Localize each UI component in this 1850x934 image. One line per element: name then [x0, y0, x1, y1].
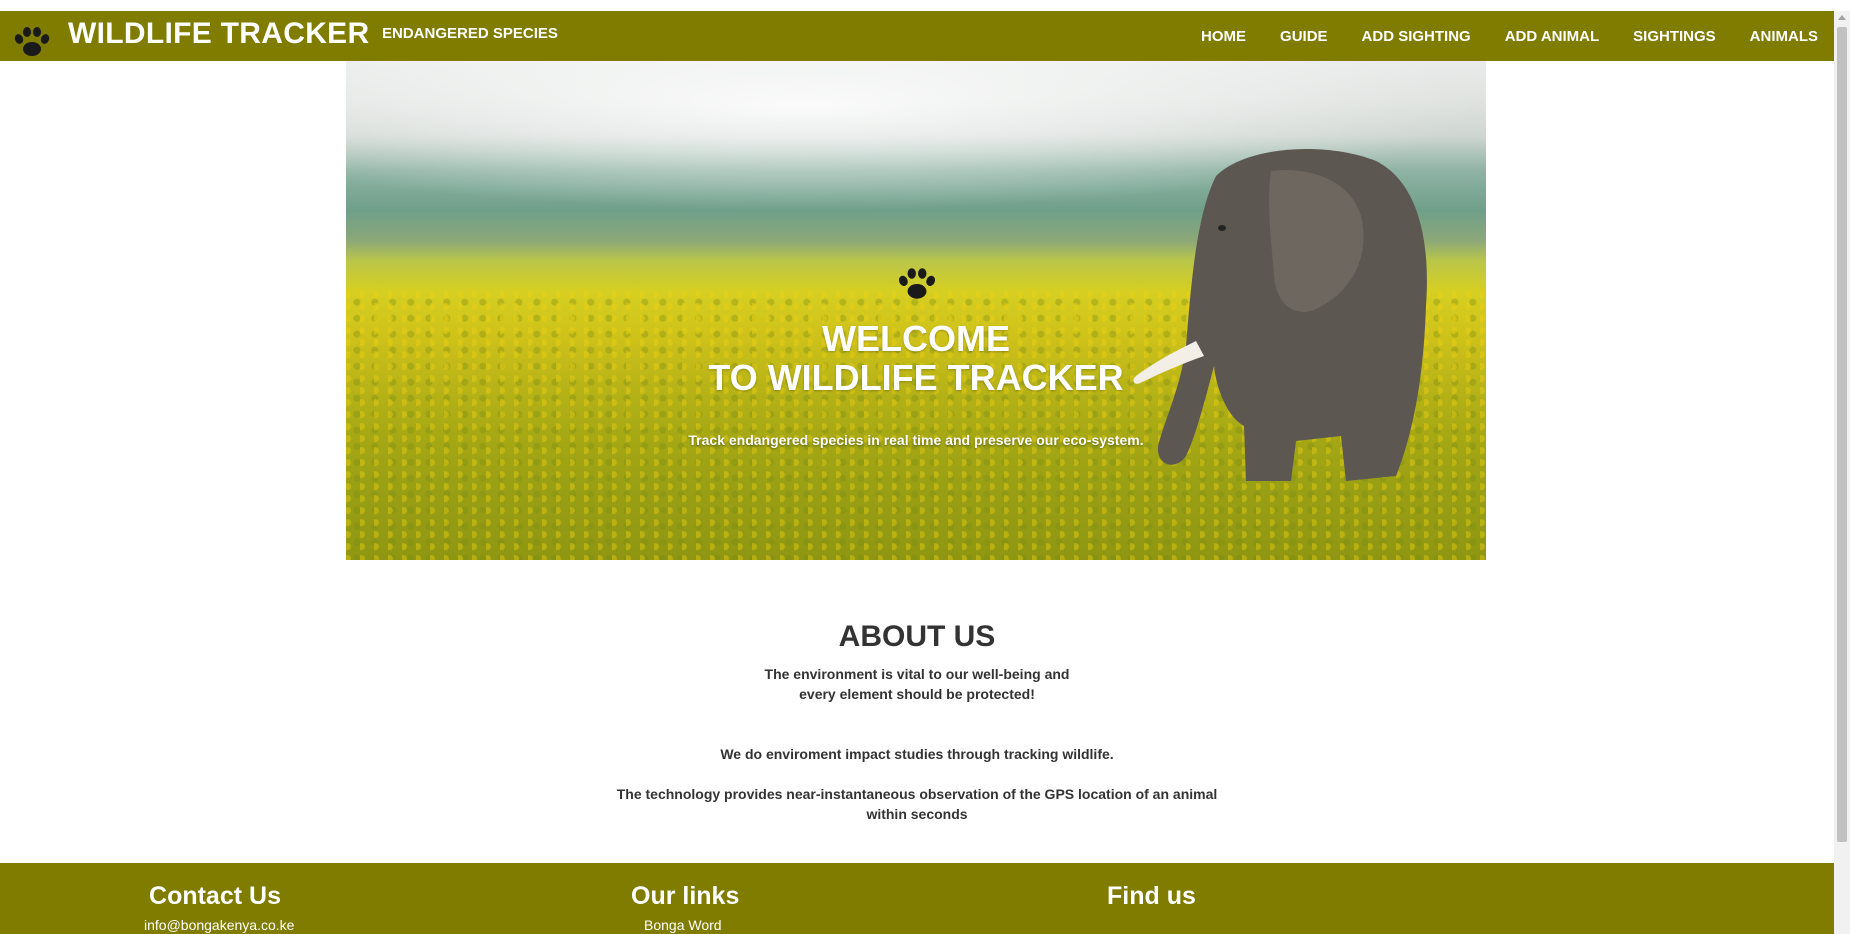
scrollbar-thumb[interactable]	[1837, 27, 1847, 842]
footer-link-bonga-word[interactable]: Bonga Word	[631, 917, 771, 933]
hero-banner: WELCOME TO WILDLIFE TRACKER Track endang…	[346, 61, 1486, 560]
footer-contact-email[interactable]: info@bongakenya.co.ke	[144, 917, 294, 933]
hero-tagline: Track endangered species in real time an…	[688, 432, 1144, 448]
nav-link-add-animal[interactable]: ADD ANIMAL	[1505, 28, 1599, 45]
footer-contact: Contact Us info@bongakenya.co.ke	[144, 881, 294, 933]
paw-icon[interactable]	[12, 25, 52, 59]
browser-top-strip	[0, 0, 1850, 11]
about-paragraph-3: The technology provides near-instantaneo…	[616, 786, 1218, 822]
footer-links: Our links Bonga Word	[631, 881, 771, 933]
nav-link-home[interactable]: HOME	[1201, 28, 1246, 45]
nav-link-animals[interactable]: ANIMALS	[1750, 28, 1818, 45]
about-heading: ABOUT US	[838, 620, 996, 653]
vertical-scrollbar[interactable]	[1834, 11, 1850, 934]
brand-subtitle: ENDANGERED SPECIES	[382, 25, 558, 42]
footer: Contact Us info@bongakenya.co.ke Our lin…	[0, 863, 1834, 934]
about-paragraph-2: We do enviroment impact studies through …	[720, 746, 1114, 762]
hero-title-line1: WELCOME	[822, 318, 1010, 359]
brand-title[interactable]: WILDLIFE TRACKER	[68, 17, 369, 51]
navbar: WILDLIFE TRACKER ENDANGERED SPECIES HOME…	[0, 11, 1834, 61]
hero-title: WELCOME TO WILDLIFE TRACKER	[346, 319, 1486, 397]
about-section: ABOUT US The environment is vital to our…	[0, 618, 1834, 824]
scroll-up-arrow-icon[interactable]	[1838, 15, 1846, 20]
hero-paw-icon	[898, 268, 936, 299]
about-paragraph-1: The environment is vital to our well-bei…	[764, 666, 1070, 702]
footer-find-heading: Find us	[1107, 882, 1196, 910]
footer-contact-heading: Contact Us	[149, 882, 281, 910]
nav-link-sightings[interactable]: SIGHTINGS	[1633, 28, 1716, 45]
nav-links: HOME GUIDE ADD SIGHTING ADD ANIMAL SIGHT…	[1167, 11, 1818, 61]
nav-link-add-sighting[interactable]: ADD SIGHTING	[1362, 28, 1471, 45]
footer-links-heading: Our links	[631, 882, 740, 910]
footer-find: Find us	[1107, 881, 1196, 911]
hero-title-line2: TO WILDLIFE TRACKER	[708, 357, 1124, 398]
nav-link-guide[interactable]: GUIDE	[1280, 28, 1328, 45]
